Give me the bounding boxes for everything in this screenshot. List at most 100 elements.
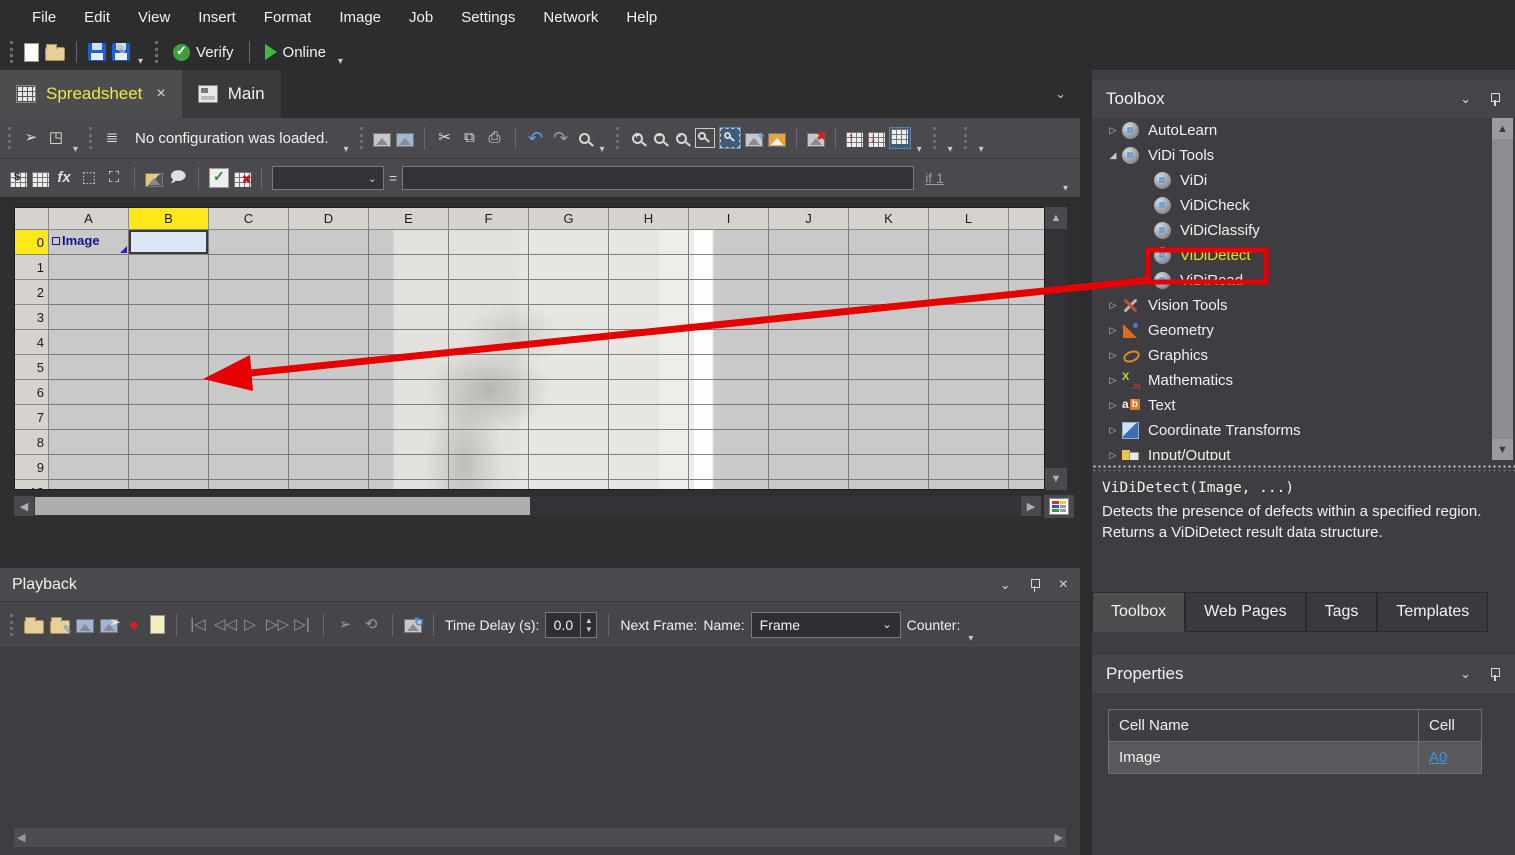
cell-E8[interactable] [369, 430, 449, 455]
cell-G10[interactable] [529, 480, 609, 490]
pin-icon[interactable] [1489, 92, 1501, 106]
scroll-down-icon[interactable]: ▼ [1045, 468, 1067, 490]
save-image-icon[interactable] [396, 133, 414, 147]
cell-H5[interactable] [609, 355, 689, 380]
undo-icon[interactable]: ↶ [526, 128, 546, 148]
cell-B1[interactable] [129, 255, 209, 280]
cell-A3[interactable] [49, 305, 129, 330]
panel-menu-chevron-icon[interactable]: ⌄ [1000, 577, 1011, 593]
fit-image-icon[interactable] [720, 128, 740, 148]
toolbar-grip[interactable] [964, 127, 968, 149]
cell-G5[interactable] [529, 355, 609, 380]
new-job-icon[interactable] [24, 43, 39, 62]
insert-cells-icon[interactable]: ◳ [46, 128, 66, 148]
row-header-5[interactable]: 5 [15, 355, 49, 380]
cell-K3[interactable] [849, 305, 929, 330]
row-header-10[interactable]: 10 [15, 480, 49, 490]
expander-expanded-icon[interactable]: ◢ [1106, 150, 1120, 161]
cell-F3[interactable] [449, 305, 529, 330]
cell-E2[interactable] [369, 280, 449, 305]
cell-K1[interactable] [849, 255, 929, 280]
delete-row-icon[interactable]: ↓ [868, 132, 885, 147]
expander-collapsed-icon[interactable]: ▷ [1106, 400, 1120, 411]
toolbar-grip[interactable] [10, 614, 14, 636]
cell-partial[interactable] [1009, 305, 1045, 330]
cut-icon[interactable]: ✂ [435, 128, 455, 148]
expander-collapsed-icon[interactable]: ▷ [1106, 300, 1120, 311]
paste-icon[interactable]: ⎙ [485, 128, 505, 148]
cell-J7[interactable] [769, 405, 849, 430]
expander-collapsed-icon[interactable]: ▷ [1106, 125, 1120, 136]
toolbox-item-vididetect[interactable]: ViDiDetect [1092, 243, 1492, 268]
rewind-icon[interactable]: ◁◁ [214, 615, 234, 635]
cell-F1[interactable] [449, 255, 529, 280]
tab-list-chevron-icon[interactable]: ⌄ [1055, 86, 1080, 102]
formula-input[interactable] [402, 166, 914, 190]
column-header-K[interactable]: K [849, 208, 929, 230]
cell-partial[interactable] [1009, 280, 1045, 305]
playback-horizontal-scrollbar[interactable]: ◀ ▶ [14, 828, 1066, 847]
dock-tab[interactable]: Templates [1377, 592, 1488, 632]
menu-item[interactable]: Settings [447, 9, 529, 26]
document-tab[interactable]: Main [182, 70, 281, 118]
sheet-horizontal-scrollbar[interactable]: ◀ ▶ [14, 496, 1041, 516]
show-grid-icon[interactable] [890, 128, 910, 148]
zoom-in-icon[interactable]: + [632, 133, 643, 144]
cell-K6[interactable] [849, 380, 929, 405]
cell-J2[interactable] [769, 280, 849, 305]
cell-I1[interactable] [689, 255, 769, 280]
cell-B2[interactable] [129, 280, 209, 305]
cell-J0[interactable] [769, 230, 849, 255]
cell-J9[interactable] [769, 455, 849, 480]
cell-J4[interactable] [769, 330, 849, 355]
cell-F10[interactable] [449, 480, 529, 490]
cell-K5[interactable] [849, 355, 929, 380]
row-header-9[interactable]: 9 [15, 455, 49, 480]
cell-L1[interactable] [929, 255, 1009, 280]
menu-item[interactable]: Network [529, 9, 612, 26]
cell-H6[interactable] [609, 380, 689, 405]
overflow-chevron[interactable]: ▾ [344, 144, 349, 155]
cell-C0[interactable] [209, 230, 289, 255]
row-header-0[interactable]: 0 [15, 230, 49, 255]
record-icon[interactable]: ● [124, 615, 144, 635]
cell-A5[interactable] [49, 355, 129, 380]
column-header-I[interactable]: I [689, 208, 769, 230]
toolbox-item-geometry[interactable]: ▷Geometry [1092, 318, 1492, 343]
sheet-overview-button[interactable] [1044, 495, 1074, 518]
cell-D7[interactable] [289, 405, 369, 430]
toolbox-item-vidi-tools[interactable]: ◢ViDi Tools [1092, 143, 1492, 168]
cell-L7[interactable] [929, 405, 1009, 430]
cell-partial[interactable] [1009, 230, 1045, 255]
cell-B9[interactable] [129, 455, 209, 480]
cell-G4[interactable] [529, 330, 609, 355]
cell-F0[interactable] [449, 230, 529, 255]
menu-item[interactable]: Edit [70, 9, 124, 26]
toolbar-grip[interactable] [155, 41, 159, 63]
cell-G1[interactable] [529, 255, 609, 280]
cell-partial[interactable] [1009, 255, 1045, 280]
cell-E10[interactable] [369, 480, 449, 490]
scrollbar-thumb[interactable] [35, 497, 530, 515]
expander-collapsed-icon[interactable]: ▷ [1106, 450, 1120, 460]
cell-J5[interactable] [769, 355, 849, 380]
cell-L8[interactable] [929, 430, 1009, 455]
cell-D6[interactable] [289, 380, 369, 405]
cell-I3[interactable] [689, 305, 769, 330]
toolbox-item-input-output[interactable]: ▷Input/Output [1092, 443, 1492, 460]
cell-J3[interactable] [769, 305, 849, 330]
cell-J1[interactable] [769, 255, 849, 280]
cell-H9[interactable] [609, 455, 689, 480]
toolbox-item-graphics[interactable]: ▷Graphics [1092, 343, 1492, 368]
cell-A1[interactable] [49, 255, 129, 280]
step-cursor-icon[interactable]: ➢ [335, 615, 355, 635]
cell-partial[interactable] [1009, 405, 1045, 430]
cell-H8[interactable] [609, 430, 689, 455]
cell-L4[interactable] [929, 330, 1009, 355]
tab-close-icon[interactable]: × [156, 85, 165, 103]
corner-header-cell[interactable] [15, 208, 49, 230]
cell-K10[interactable] [849, 480, 929, 490]
cell-F6[interactable] [449, 380, 529, 405]
toolbar-grip[interactable] [933, 127, 937, 149]
cell-I4[interactable] [689, 330, 769, 355]
